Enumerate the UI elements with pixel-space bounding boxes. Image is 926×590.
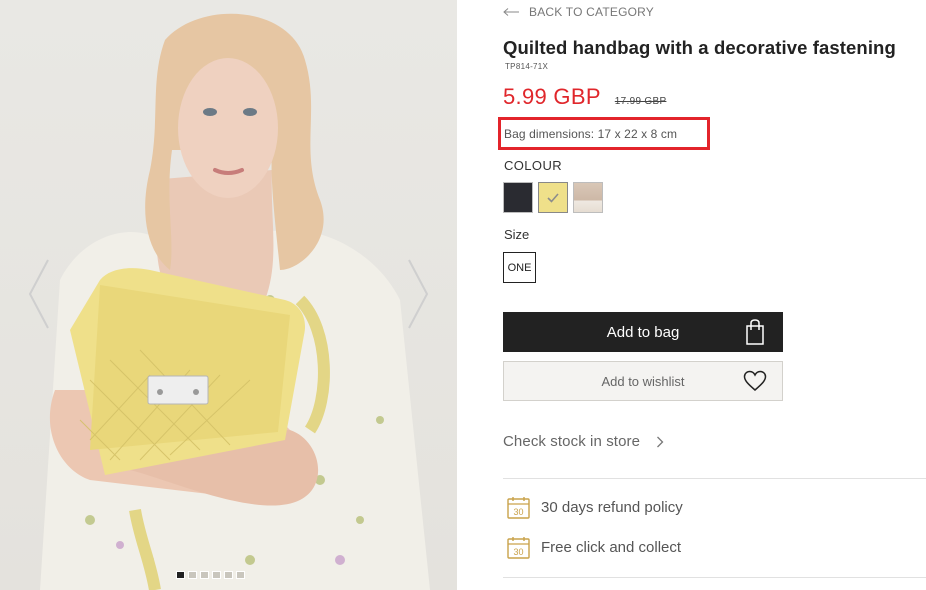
old-price: 17.99 GBP — [614, 96, 667, 107]
back-link-label: BACK TO CATEGORY — [529, 5, 655, 19]
swatch-fill — [504, 183, 532, 212]
product-details: BACK TO CATEGORY Quilted handbag with a … — [498, 0, 926, 590]
perk-label: 30 days refund policy — [541, 499, 683, 516]
gallery-dot[interactable] — [200, 571, 209, 579]
swatch-black[interactable] — [503, 182, 533, 213]
size-label: Size — [504, 227, 530, 242]
divider — [503, 478, 926, 479]
product-photo — [40, 13, 430, 590]
swatch-yellow[interactable] — [538, 182, 568, 213]
gallery-next-button[interactable] — [405, 258, 431, 330]
gallery-dot[interactable] — [188, 571, 197, 579]
bag-dimensions: Bag dimensions: 17 x 22 x 8 cm — [504, 127, 678, 141]
add-to-bag-button[interactable]: Add to bag — [503, 312, 783, 352]
calendar-30-icon: 30 — [507, 497, 530, 519]
perk-click-collect: 30 Free click and collect — [507, 536, 681, 559]
calendar-30-icon: 30 — [507, 537, 530, 559]
current-price: 5.99 GBP — [503, 84, 601, 109]
product-image-gallery — [0, 0, 457, 590]
svg-text:30: 30 — [513, 547, 523, 557]
arrow-left-icon — [503, 8, 519, 16]
add-to-bag-label: Add to bag — [606, 323, 680, 341]
shopping-bag-icon — [746, 319, 764, 345]
colour-label: COLOUR — [504, 158, 563, 173]
svg-text:30: 30 — [513, 507, 523, 517]
swatch-beige[interactable] — [573, 182, 603, 213]
gallery-dot[interactable] — [176, 571, 185, 579]
add-to-wishlist-button[interactable]: Add to wishlist — [503, 361, 783, 401]
gallery-dot[interactable] — [224, 571, 233, 579]
size-option-one[interactable]: ONE — [503, 252, 536, 283]
perk-label: Free click and collect — [541, 539, 682, 556]
add-to-wishlist-label: Add to wishlist — [601, 373, 685, 389]
swatch-fill — [574, 183, 602, 212]
back-to-category-link[interactable]: BACK TO CATEGORY — [503, 5, 654, 19]
price-row: 5.99 GBP 17.99 GBP — [503, 84, 666, 110]
gallery-pagination — [176, 571, 245, 579]
colour-swatches — [503, 182, 603, 213]
chevron-right-icon — [408, 259, 429, 329]
checkmark-icon — [547, 193, 559, 203]
product-sku: TP814-71X — [505, 62, 549, 71]
divider — [503, 577, 926, 578]
product-title: Quilted handbag with a decorative fasten… — [503, 37, 896, 58]
gallery-dot[interactable] — [236, 571, 245, 579]
gallery-dot[interactable] — [212, 571, 221, 579]
chevron-left-icon — [28, 259, 49, 329]
check-stock-label: Check stock in store — [503, 433, 641, 450]
gallery-prev-button[interactable] — [26, 258, 52, 330]
chevron-right-icon — [657, 436, 664, 447]
heart-icon — [743, 370, 767, 391]
perk-refund: 30 30 days refund policy — [507, 496, 683, 519]
check-stock-link[interactable]: Check stock in store — [503, 433, 664, 450]
